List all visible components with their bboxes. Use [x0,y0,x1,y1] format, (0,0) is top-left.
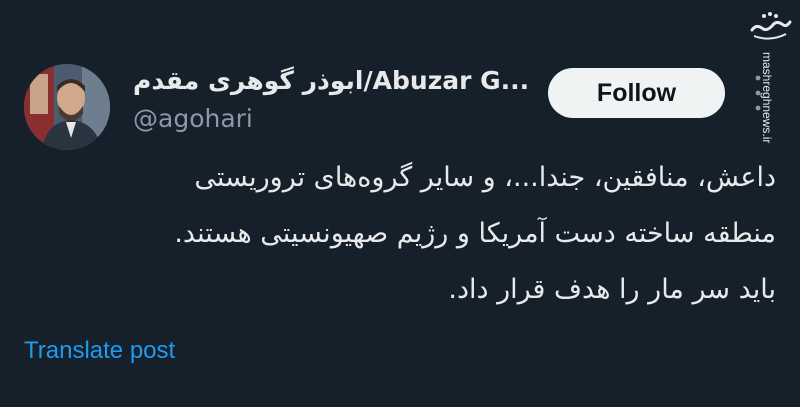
watermark-site-text: mashreghnews.ir [760,52,774,144]
mashregh-logo [746,4,794,44]
translate-post-link[interactable]: Translate post [24,337,175,365]
tweet-text-line: باید سر مار را هدف قرار داد. [448,274,776,305]
author-display-name[interactable]: ابوذر گوهری مقدم/Abuzar G... [133,66,529,95]
author-handle[interactable]: @agohari [133,104,253,133]
follow-button[interactable]: Follow [548,68,725,118]
author-avatar[interactable] [24,64,110,150]
tweet-body: داعش، منافقین، جندا...، و سایر گروه‌های … [76,150,776,318]
watermark-site: mashreghnews.ir [760,52,784,143]
tweet-text-line: منطقه ساخته دست آمریکا و رژیم صهیونسیتی … [174,218,776,249]
tweet-text-line: داعش، منافقین، جندا...، و سایر گروه‌های … [194,162,776,193]
author-name-row[interactable]: ابوذر گوهری مقدم/Abuzar G... [133,66,529,95]
